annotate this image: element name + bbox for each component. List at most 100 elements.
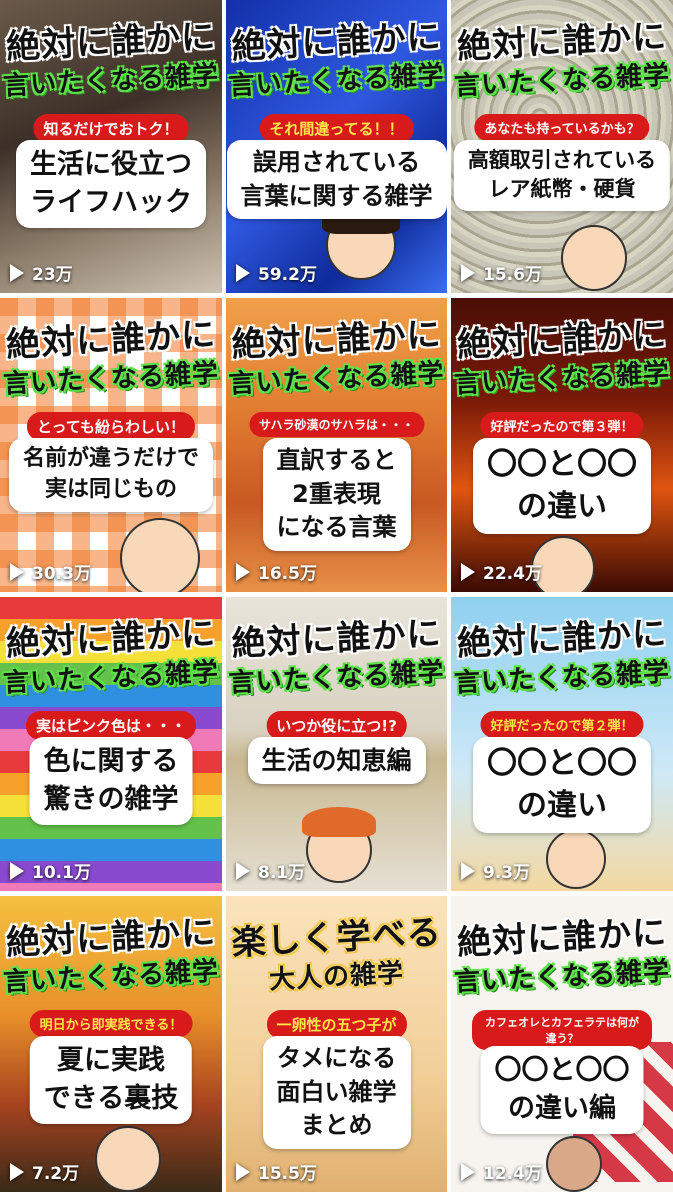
video-tile[interactable]: 絶対に誰かに 言いたくなる雑学 好評だったので第３弾！ 〇〇と〇〇 の違い 22… bbox=[451, 298, 673, 592]
thumbnail-tag: 好評だったので第３弾！ bbox=[480, 412, 644, 439]
caption-line: 面白い雑学 bbox=[276, 1077, 397, 1106]
thumbnail-caption: 直訳すると 2重表現 になる言葉 bbox=[262, 438, 411, 551]
view-count: 30.3万 bbox=[10, 559, 91, 584]
thumbnail-caption: 色に関する 驚きの雑学 bbox=[29, 737, 193, 825]
view-count: 15.5万 bbox=[236, 1159, 317, 1184]
caption-line: できる裏技 bbox=[43, 1082, 179, 1114]
caption-line: 〇〇と〇〇 bbox=[487, 746, 637, 781]
play-icon bbox=[10, 562, 24, 581]
caption-line: 生活の知恵編 bbox=[261, 746, 412, 775]
play-icon bbox=[461, 562, 475, 581]
view-count: 8.1万 bbox=[236, 858, 305, 883]
thumbnail-tag: あなたも持っているかも？ bbox=[474, 114, 650, 141]
video-grid: 絶対に誰かに 言いたくなる雑学 知るだけでおトク！ 生活に役立つ ライフハック … bbox=[0, 0, 673, 1200]
caption-line: 実は同じもの bbox=[44, 476, 178, 502]
video-tile[interactable]: 絶対に誰かに 言いたくなる雑学 それ間違ってる！！ 誤用されている 言葉に関する… bbox=[226, 0, 447, 293]
caption-line: 驚きの雑学 bbox=[43, 783, 179, 815]
thumbnail-caption: 〇〇と〇〇 の違い bbox=[473, 438, 651, 534]
thumbnail-caption: 夏に実践 できる裏技 bbox=[29, 1036, 193, 1124]
thumbnail-tag: それ間違ってる！！ bbox=[259, 114, 414, 143]
caption-line: 〇〇と〇〇 bbox=[487, 447, 637, 482]
play-icon bbox=[10, 263, 24, 282]
thumbnail-tag: いつか役に立つ!? bbox=[266, 711, 407, 740]
thumbnail-caption: 〇〇と〇〇 の違い編 bbox=[480, 1046, 644, 1134]
video-tile[interactable]: 楽しく学べる 大人の雑学 一卵性の五つ子が タメになる 面白い雑学 まとめ 15… bbox=[226, 896, 447, 1192]
thumbnail-tag: サハラ砂漠のサハラは・・・ bbox=[248, 412, 425, 437]
caption-line: ライフハック bbox=[30, 186, 192, 218]
thumbnail-tag: 好評だったので第２弾！ bbox=[480, 711, 644, 738]
play-icon bbox=[10, 1162, 24, 1181]
caption-line: の違い bbox=[517, 788, 607, 823]
caption-line: タメになる bbox=[276, 1044, 397, 1072]
view-count-text: 15.6万 bbox=[483, 265, 542, 285]
video-tile[interactable]: 絶対に誰かに 言いたくなる雑学 いつか役に立つ!? 生活の知恵編 8.1万 bbox=[226, 597, 447, 891]
view-count-text: 9.3万 bbox=[483, 863, 531, 883]
play-icon bbox=[236, 263, 250, 282]
view-count-text: 30.3万 bbox=[32, 564, 91, 584]
character-illustration bbox=[120, 518, 200, 592]
caption-line: の違い bbox=[517, 489, 607, 524]
play-icon bbox=[461, 861, 475, 880]
play-icon bbox=[236, 861, 250, 880]
play-icon bbox=[10, 861, 24, 880]
caption-line: になる言葉 bbox=[276, 513, 397, 542]
character-illustration bbox=[95, 1126, 161, 1192]
thumbnail-caption: 生活の知恵編 bbox=[247, 737, 426, 784]
play-icon bbox=[236, 562, 250, 581]
view-count: 16.5万 bbox=[236, 559, 317, 584]
view-count: 12.4万 bbox=[461, 1159, 542, 1184]
view-count: 10.1万 bbox=[10, 858, 91, 883]
thumbnail-caption: 高額取引されている レア紙幣・硬貨 bbox=[453, 140, 671, 211]
caption-line: 〇〇と〇〇 bbox=[494, 1055, 630, 1086]
thumbnail-tag: 知るだけでおトク！ bbox=[33, 114, 189, 143]
caption-line: 夏に実践 bbox=[57, 1045, 165, 1076]
caption-line: 名前が違うだけで bbox=[22, 446, 200, 471]
play-icon bbox=[461, 263, 475, 282]
thumbnail-caption: 誤用されている 言葉に関する雑学 bbox=[226, 140, 447, 220]
thumbnail-caption: 生活に役立つ ライフハック bbox=[16, 140, 206, 228]
caption-line: 直訳すると bbox=[276, 446, 397, 474]
video-tile[interactable]: 絶対に誰かに 言いたくなる雑学 好評だったので第２弾！ 〇〇と〇〇 の違い 9.… bbox=[451, 597, 673, 891]
view-count-text: 10.1万 bbox=[32, 863, 91, 883]
character-illustration bbox=[546, 829, 606, 889]
play-icon bbox=[236, 1162, 250, 1181]
view-count-text: 59.2万 bbox=[258, 265, 317, 285]
thumbnail-tag: 一卵性の五つ子が bbox=[266, 1010, 407, 1039]
caption-line: レア紙幣・硬貨 bbox=[488, 177, 636, 202]
caption-line: まとめ bbox=[300, 1111, 373, 1140]
video-tile[interactable]: 絶対に誰かに 言いたくなる雑学 カフェオレとカフェラテは何が違う？ 〇〇と〇〇 … bbox=[451, 896, 673, 1192]
video-tile[interactable]: 絶対に誰かに 言いたくなる雑学 あなたも持っているかも？ 高額取引されている レ… bbox=[451, 0, 673, 293]
video-tile[interactable]: 絶対に誰かに 言いたくなる雑学 明日から即実践できる！ 夏に実践 できる裏技 7… bbox=[0, 896, 222, 1192]
video-tile[interactable]: 絶対に誰かに 言いたくなる雑学 実はピンク色は・・・ 色に関する 驚きの雑学 1… bbox=[0, 597, 222, 891]
character-illustration bbox=[561, 225, 627, 291]
caption-line: 生活に役立つ bbox=[30, 149, 192, 180]
view-count-text: 22.4万 bbox=[483, 564, 542, 584]
view-count-text: 12.4万 bbox=[483, 1164, 542, 1184]
view-count-text: 7.2万 bbox=[32, 1164, 80, 1184]
caption-line: 高額取引されている bbox=[467, 148, 657, 172]
play-icon bbox=[461, 1162, 475, 1181]
view-count-text: 23万 bbox=[32, 265, 73, 285]
thumbnail-caption: 〇〇と〇〇 の違い bbox=[473, 737, 651, 833]
caption-line: の違い編 bbox=[508, 1092, 616, 1124]
video-tile[interactable]: 絶対に誰かに 言いたくなる雑学 知るだけでおトク！ 生活に役立つ ライフハック … bbox=[0, 0, 222, 293]
caption-line: 色に関する bbox=[43, 746, 179, 777]
character-hair bbox=[302, 807, 376, 837]
view-count: 23万 bbox=[10, 260, 73, 285]
character-illustration bbox=[546, 1136, 602, 1192]
thumbnail-tag: カフェオレとカフェラテは何が違う？ bbox=[472, 1010, 652, 1050]
video-tile[interactable]: 絶対に誰かに 言いたくなる雑学 とっても紛らわしい！ 名前が違うだけで 実は同じ… bbox=[0, 298, 222, 592]
thumbnail-tag: とっても紛らわしい！ bbox=[26, 412, 196, 441]
thumbnail-caption: タメになる 面白い雑学 まとめ bbox=[262, 1036, 411, 1149]
caption-line: 2重表現 bbox=[292, 479, 381, 508]
view-count: 22.4万 bbox=[461, 559, 542, 584]
thumbnail-tag: 実はピンク色は・・・ bbox=[25, 711, 197, 740]
view-count-text: 8.1万 bbox=[258, 863, 306, 883]
video-tile[interactable]: 絶対に誰かに 言いたくなる雑学 サハラ砂漠のサハラは・・・ 直訳すると 2重表現… bbox=[226, 298, 447, 592]
caption-line: 誤用されている bbox=[252, 148, 421, 176]
view-count-text: 15.5万 bbox=[258, 1164, 317, 1184]
view-count: 7.2万 bbox=[10, 1159, 79, 1184]
view-count: 9.3万 bbox=[461, 858, 530, 883]
view-count: 15.6万 bbox=[461, 260, 542, 285]
view-count: 59.2万 bbox=[236, 260, 317, 285]
